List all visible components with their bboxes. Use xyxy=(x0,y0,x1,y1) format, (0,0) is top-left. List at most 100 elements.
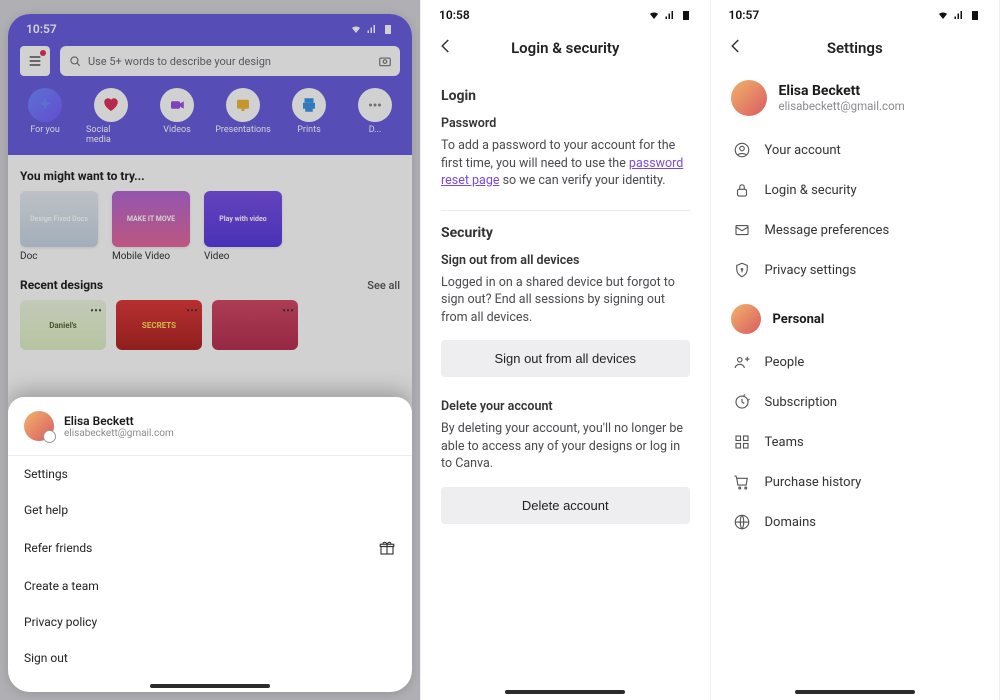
divider xyxy=(441,210,690,211)
top-bar: Use 5+ words to describe your design xyxy=(8,40,412,82)
personal-section-header: Personal xyxy=(711,290,1000,342)
settings-item-label: Login & security xyxy=(765,183,857,198)
settings-item-label: Domains xyxy=(765,515,816,530)
category-label: Presentations xyxy=(215,125,271,135)
category-social-media[interactable]: Social media xyxy=(86,88,136,145)
settings-item-login-security[interactable]: Login & security xyxy=(711,170,1000,210)
more-icon[interactable]: ⋯ xyxy=(90,303,102,317)
recent-row[interactable]: Daniel's⋯SECRETS⋯⋯ xyxy=(20,300,400,350)
thumb-label: Video xyxy=(204,251,282,262)
status-bar: 10:58 xyxy=(421,0,710,26)
status-bar: 10:57 xyxy=(711,0,1000,26)
login-security-content: Login Password To add a password to your… xyxy=(421,70,710,528)
delete-account-button[interactable]: Delete account xyxy=(441,487,690,524)
print-icon xyxy=(292,88,326,122)
sheet-item-label: Get help xyxy=(24,503,68,517)
battery-icon xyxy=(382,23,394,35)
category-label: Videos xyxy=(163,125,191,135)
password-heading: Password xyxy=(441,116,690,131)
settings-item-label: People xyxy=(765,355,805,370)
sign-out-all-button[interactable]: Sign out from all devices xyxy=(441,340,690,377)
camera-icon xyxy=(378,54,392,68)
thumb-label: Doc xyxy=(20,251,98,262)
settings-item-label: Your account xyxy=(765,143,841,158)
sheet-user-header[interactable]: Elisa Beckett elisabeckett@gmail.com xyxy=(8,397,412,456)
personal-label: Personal xyxy=(773,312,825,327)
phone-1-home-with-sheet: 10:57 Use 5+ words to describe your desi… xyxy=(0,0,421,700)
settings-item-label: Message preferences xyxy=(765,223,890,238)
category-row[interactable]: For you Social media Videos Presentations Pr… xyxy=(8,82,412,145)
search-input[interactable]: Use 5+ words to describe your design xyxy=(60,46,400,76)
sheet-item-label: Create a team xyxy=(24,579,99,593)
search-placeholder: Use 5+ words to describe your design xyxy=(88,55,271,68)
recent-design-thumb[interactable]: SECRETS⋯ xyxy=(116,300,202,350)
dots-icon xyxy=(358,88,392,122)
wifi-icon xyxy=(350,23,362,35)
page-title: Login & security xyxy=(421,39,710,57)
login-section-heading: Login xyxy=(441,88,690,104)
signout-description: Logged in on a shared device but forgot … xyxy=(441,274,690,327)
template-thumb[interactable]: Play with videoVideo xyxy=(204,191,282,262)
status-icons xyxy=(350,23,394,35)
category-presentations[interactable]: Presentations xyxy=(218,88,268,145)
recent-design-thumb[interactable]: ⋯ xyxy=(212,300,298,350)
category-videos[interactable]: Videos xyxy=(152,88,202,145)
settings-user-header[interactable]: Elisa Beckett elisabeckett@gmail.com xyxy=(711,70,1000,130)
teams-icon xyxy=(733,433,751,451)
category-label: D... xyxy=(369,125,382,135)
signout-heading: Sign out from all devices xyxy=(441,253,690,268)
sheet-item-privacy-policy[interactable]: Privacy policy xyxy=(8,604,412,640)
signal-icon xyxy=(664,9,676,21)
category-more[interactable]: D... xyxy=(350,88,400,145)
sheet-item-refer-friends[interactable]: Refer friends xyxy=(8,528,412,568)
settings-item-label: Teams xyxy=(765,435,804,450)
settings-item-message-preferences[interactable]: Message preferences xyxy=(711,210,1000,250)
recent-design-thumb[interactable]: Daniel's⋯ xyxy=(20,300,106,350)
settings-item-domains[interactable]: Domains xyxy=(711,502,1000,542)
phone-3-settings: 10:57 Settings Elisa Beckett elisabecket… xyxy=(711,0,1000,700)
menu-button[interactable] xyxy=(20,46,50,76)
thumb-label: Mobile Video xyxy=(112,251,190,262)
status-icons xyxy=(937,9,981,21)
shield-lock-icon xyxy=(733,261,751,279)
home-indicator xyxy=(795,690,915,694)
home-indicator xyxy=(150,684,270,688)
might-try-row[interactable]: Design Fixed DocsDocMAKE IT MOVEMobile V… xyxy=(20,191,400,262)
see-all-link[interactable]: See all xyxy=(367,279,400,292)
wifi-icon xyxy=(648,9,660,21)
status-icons xyxy=(648,9,692,21)
sheet-item-create-team[interactable]: Create a team xyxy=(8,568,412,604)
user-name: Elisa Beckett xyxy=(779,83,905,99)
settings-item-people[interactable]: People xyxy=(711,342,1000,382)
template-thumb[interactable]: Design Fixed DocsDoc xyxy=(20,191,98,262)
settings-item-teams[interactable]: Teams xyxy=(711,422,1000,462)
more-icon[interactable]: ⋯ xyxy=(282,303,294,317)
account-bottom-sheet: Elisa Beckett elisabeckett@gmail.com Set… xyxy=(8,397,412,692)
sheet-user-email: elisabeckett@gmail.com xyxy=(64,428,174,439)
template-thumb[interactable]: MAKE IT MOVEMobile Video xyxy=(112,191,190,262)
might-try-heading: You might want to try... xyxy=(20,169,400,183)
sheet-item-sign-out[interactable]: Sign out xyxy=(8,640,412,676)
category-label: Social media xyxy=(86,125,136,145)
battery-icon xyxy=(680,9,692,21)
home-body: You might want to try... Design Fixed Do… xyxy=(8,155,412,360)
more-icon[interactable]: ⋯ xyxy=(186,303,198,317)
present-icon xyxy=(226,88,260,122)
page-header: Login & security xyxy=(421,26,710,70)
cart-icon xyxy=(733,473,751,491)
settings-item-purchase-history[interactable]: Purchase history xyxy=(711,462,1000,502)
category-for-you[interactable]: For you xyxy=(20,88,70,145)
sheet-item-get-help[interactable]: Get help xyxy=(8,492,412,528)
settings-item-privacy-settings[interactable]: Privacy settings xyxy=(711,250,1000,290)
personal-settings-list: People Subscription Teams Purchase history D… xyxy=(711,342,1000,542)
page-title: Settings xyxy=(711,39,1000,57)
phone-2-login-security: 10:58 Login & security Login Password To… xyxy=(421,0,711,700)
category-prints[interactable]: Prints xyxy=(284,88,334,145)
settings-item-your-account[interactable]: Your account xyxy=(711,130,1000,170)
delete-description: By deleting your account, you'll no long… xyxy=(441,420,690,473)
delete-heading: Delete your account xyxy=(441,399,690,414)
notification-dot-icon xyxy=(40,50,46,56)
settings-item-subscription[interactable]: Subscription xyxy=(711,382,1000,422)
sheet-item-settings[interactable]: Settings xyxy=(8,456,412,492)
sheet-item-label: Sign out xyxy=(24,651,68,665)
